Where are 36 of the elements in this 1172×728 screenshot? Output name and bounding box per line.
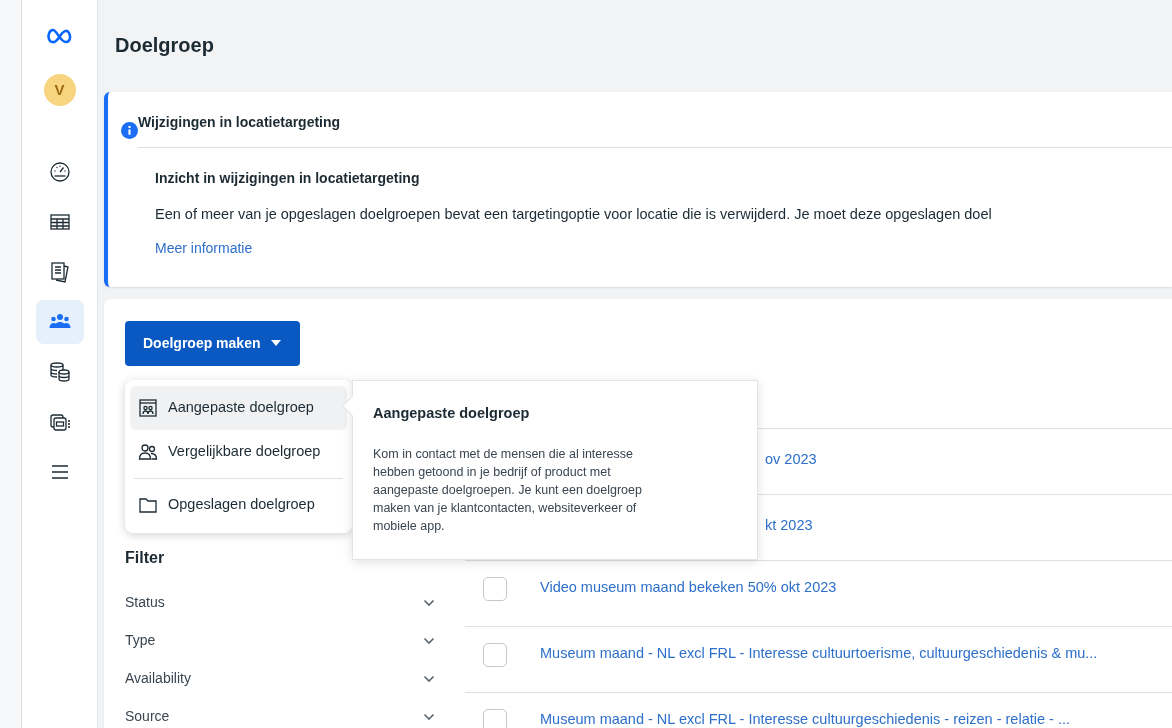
- notice-subtitle: Inzicht in wijzigingen in locatietargeting: [155, 169, 421, 188]
- notice-title: Wijzigingen in locatietargeting: [138, 112, 1172, 148]
- logo-icon: [46, 28, 73, 44]
- audience-link[interactable]: ov 2023: [765, 448, 823, 470]
- row-checkbox[interactable]: [483, 642, 507, 667]
- chevron-icon: [423, 598, 435, 607]
- caret-icon: [270, 339, 283, 348]
- menu-item[interactable]: Opgeslagen doelgroep: [130, 482, 347, 527]
- row-checkbox[interactable]: [483, 708, 507, 728]
- filter-dropdown[interactable]: Type: [125, 621, 435, 660]
- people-icon: [138, 441, 158, 462]
- menu-item[interactable]: Aangepaste doelgroep: [130, 385, 347, 430]
- popover-text: Kom in contact met de mensen die al interesse hebben getoond in je bedrijf of product met aangepaste doelgroepen. Je kunt een doelgroep maken van je klantcontacten, websiteverkeer of mobiele app.: [373, 445, 643, 535]
- audience-link[interactable]: Museum maand - NL excl FRL - Interesse cultuurtoerisme, cultuurgeschiedenis & mu...: [540, 642, 1104, 664]
- row-checkbox[interactable]: [483, 576, 507, 601]
- filter-dropdown[interactable]: Availability: [125, 659, 435, 698]
- audience-icon: [138, 397, 158, 418]
- chevron-icon: [423, 712, 435, 721]
- filter-title: Filter: [125, 547, 166, 568]
- popover-title: Aangepaste doelgroep: [373, 403, 531, 423]
- chevron-icon: [423, 674, 435, 683]
- chevron-icon: [423, 636, 435, 645]
- create-audience-button[interactable]: Doelgroep maken: [125, 320, 301, 366]
- notice-text: Een of meer van je opgeslagen doelgroepen bevat een targetingoptie voor locatie die is verwijderd. Je moet deze opgeslagen doel: [155, 205, 993, 224]
- audience-link[interactable]: Museum maand - NL excl FRL - Interesse cultuurgeschiedenis - reizen - relatie - ...: [540, 708, 1076, 728]
- nav-button[interactable]: [35, 300, 84, 344]
- menu-item[interactable]: Vergelijkbare doelgroep: [130, 429, 347, 474]
- more-info-link[interactable]: Meer informatie: [155, 237, 253, 259]
- gauge-icon: [47, 160, 72, 184]
- info-icon: [121, 121, 138, 139]
- filter-dropdown[interactable]: Source: [125, 697, 435, 728]
- audience-link[interactable]: kt 2023: [765, 514, 819, 536]
- coins-icon: [47, 360, 72, 384]
- audience-link[interactable]: Video museum maand bekeken 50% okt 2023: [540, 576, 843, 598]
- filter-dropdown[interactable]: Status: [125, 583, 435, 622]
- page-title: Doelgroep: [115, 33, 215, 58]
